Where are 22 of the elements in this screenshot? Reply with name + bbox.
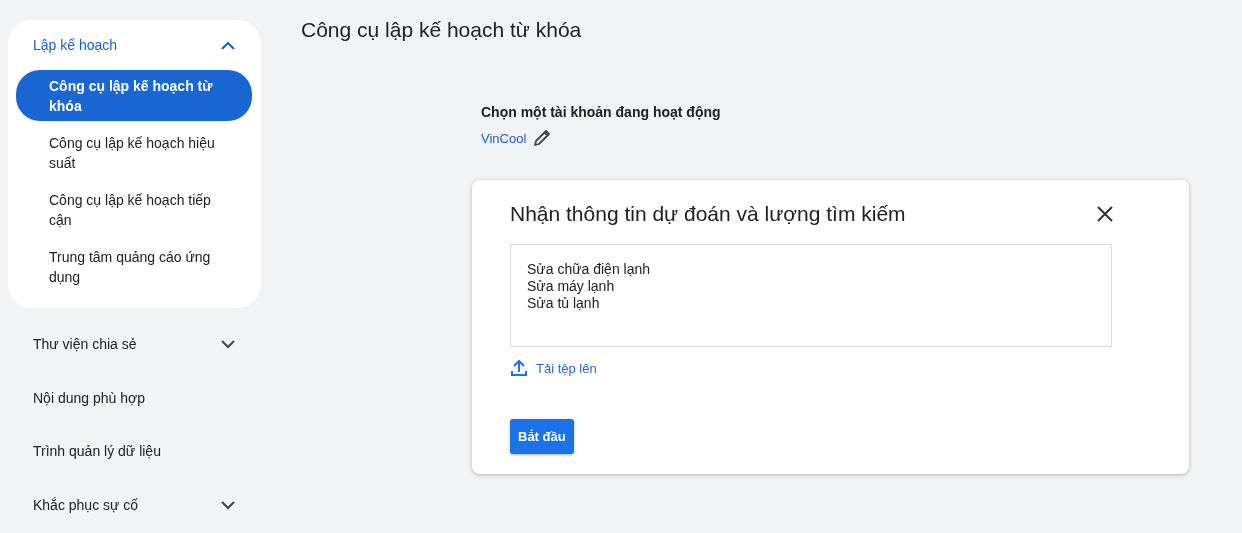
nav-item[interactable]: Trung tâm quảng cáo ứng dụng [16,241,252,292]
nav-item[interactable]: Công cụ lập kế hoạch tiếp cận [16,184,252,235]
chevron-up-icon [221,40,235,50]
nav-item[interactable]: Công cụ lập kế hoạch từ khóa [16,70,252,121]
nav-item[interactable]: Nội dung phù hợp [8,372,261,425]
account-link[interactable]: VinCool [481,130,527,146]
nav-group[interactable]: Khắc phục sự cố [8,477,261,533]
chevron-down-icon [221,500,235,510]
upload-icon [510,359,528,377]
close-icon[interactable] [1097,206,1113,222]
chevron-down-icon [221,339,235,349]
nav-item[interactable]: Công cụ lập kế hoạch hiệu suất [16,127,252,178]
nav-item[interactable]: Trình quản lý dữ liệu [8,424,261,477]
keyword-field[interactable]: Sửa chữa điện lạnh Sửa máy lạnh Sửa tủ lạnh [510,244,1112,347]
edit-icon[interactable] [532,128,553,148]
dialog-title: Nhận thông tin dự đoán và lượng tìm kiếm [510,202,906,226]
nav-group[interactable]: Lập kế hoạch [8,20,261,70]
page-title: Công cụ lập kế hoạch từ khóa [301,18,583,42]
nav-group[interactable]: Thư viện chia sẻ [8,316,261,372]
start-button[interactable]: Bắt đầu [510,419,574,454]
account-label: Chọn một tài khoản đang hoạt động [481,104,722,120]
upload-link[interactable]: Tải tệp lên [510,357,597,379]
